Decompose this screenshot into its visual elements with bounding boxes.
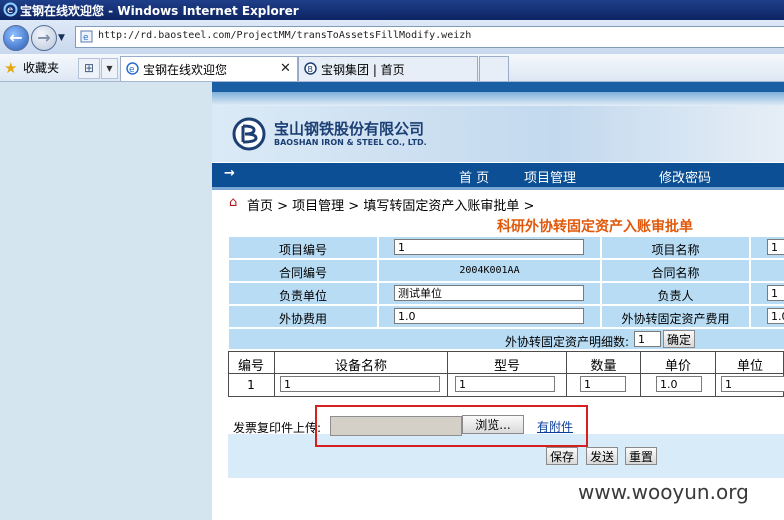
ie-logo-icon: e — [3, 2, 18, 17]
company-name-cn: 宝山钢铁股份有限公司 — [274, 120, 425, 138]
back-button[interactable]: ← — [3, 25, 29, 51]
project-no-label: 项目编号 — [278, 243, 327, 257]
confirm-button[interactable]: 确定 — [663, 330, 695, 348]
svg-text:e: e — [83, 33, 89, 43]
close-tab-icon[interactable]: ✕ — [280, 61, 291, 76]
header-gradient — [212, 92, 784, 106]
contract-no-value: 2004K001AA — [459, 265, 520, 276]
tab-baosteel-home[interactable]: B 宝钢集团 | 首页 — [298, 56, 478, 81]
dept-label: 负责单位 — [278, 289, 327, 303]
project-name-label: 项目名称 — [651, 243, 700, 257]
asset-fee-input[interactable]: 1.0 — [767, 308, 784, 324]
equipment-model-input[interactable]: 1 — [455, 376, 555, 392]
svg-text:e: e — [129, 65, 135, 75]
col-header-unit: 单位 — [736, 359, 763, 374]
col-header-model: 型号 — [493, 359, 520, 374]
svg-text:B: B — [308, 65, 314, 74]
main-menu: → 首 页 项目管理 修改密码 — [212, 163, 784, 187]
address-bar[interactable]: e http://rd.baosteel.com/ProjectMM/trans… — [75, 26, 784, 48]
baosteel-site-icon: B — [304, 62, 317, 75]
page-title: 科研外协转固定资产入账审批单 — [497, 219, 693, 235]
project-no-input[interactable]: 1 — [394, 239, 584, 255]
col-header-qty: 数量 — [590, 359, 617, 374]
equipment-qty-input[interactable]: 1 — [580, 376, 626, 392]
dept-input[interactable]: 测试单位 — [394, 285, 584, 301]
company-name-en: BAOSHAN IRON & STEEL CO., LTD. — [274, 138, 427, 147]
window-title: 宝钢在线欢迎您 - Windows Internet Explorer — [20, 4, 299, 18]
equipment-price-input[interactable]: 1.0 — [656, 376, 702, 392]
tab-welcome[interactable]: e 宝钢在线欢迎您 ✕ — [120, 56, 298, 81]
outsource-fee-label: 外协费用 — [278, 312, 327, 326]
new-tab-button[interactable] — [479, 56, 509, 81]
row-no: 1 — [247, 378, 255, 392]
favorites-star-icon[interactable]: ★ — [4, 59, 17, 77]
watermark: www.wooyun.org — [578, 480, 749, 504]
highlight-box — [315, 405, 588, 447]
tab-label: 宝钢在线欢迎您 — [143, 63, 228, 77]
tab-list-dropdown-icon[interactable]: ▼ — [101, 58, 118, 79]
person-label: 负责人 — [657, 289, 694, 303]
forward-button[interactable]: → — [31, 25, 57, 51]
detail-count-label: 外协转固定资产明细数: — [505, 335, 630, 349]
page-icon: e — [80, 30, 93, 43]
reset-button[interactable]: 重置 — [625, 447, 657, 465]
menu-item-change-password[interactable]: 修改密码 — [659, 167, 711, 186]
send-button[interactable]: 发送 — [586, 447, 618, 465]
back-arrow-icon: ← — [9, 28, 23, 47]
forward-arrow-icon: → — [37, 28, 51, 47]
contract-name-label: 合同名称 — [651, 266, 700, 280]
person-input[interactable]: 1 — [767, 285, 784, 301]
header-strip — [212, 82, 784, 92]
menu-arrow-icon: → — [224, 166, 235, 181]
col-header-price: 单价 — [664, 359, 691, 374]
tab-label: 宝钢集团 | 首页 — [321, 63, 405, 77]
history-dropdown-icon[interactable]: ▼ — [58, 33, 65, 43]
contract-no-label: 合同编号 — [278, 266, 327, 280]
home-icon: ⌂ — [229, 195, 238, 210]
outsource-fee-input[interactable]: 1.0 — [394, 308, 584, 324]
favorites-label[interactable]: 收藏夹 — [23, 59, 59, 76]
project-name-input[interactable]: 1 — [767, 239, 784, 255]
asset-fee-label: 外协转固定资产费用 — [621, 312, 730, 326]
menu-item-project-management[interactable]: 项目管理 — [524, 167, 576, 186]
col-header-no: 编号 — [237, 359, 264, 374]
invoice-upload-label: 发票复印件上传: — [233, 421, 322, 435]
save-button[interactable]: 保存 — [546, 447, 578, 465]
address-url[interactable]: http://rd.baosteel.com/ProjectMM/transTo… — [98, 30, 471, 41]
menu-item-home[interactable]: 首 页 — [459, 167, 489, 186]
quick-tabs-icon[interactable]: ⊞ — [78, 58, 100, 79]
svg-text:e: e — [7, 5, 13, 16]
menu-underline — [212, 187, 784, 190]
detail-count-input[interactable]: 1 — [634, 331, 661, 347]
value-cell — [751, 260, 784, 281]
left-panel — [0, 82, 212, 520]
breadcrumb[interactable]: 首页 > 项目管理 > 填写转固定资产入账审批单 > — [247, 195, 534, 214]
ie-page-icon: e — [126, 62, 139, 75]
window-title-bar: e 宝钢在线欢迎您 - Windows Internet Explorer — [0, 0, 784, 20]
equipment-unit-input[interactable]: 1 — [721, 376, 784, 392]
baosteel-logo-icon — [232, 117, 266, 151]
col-header-name: 设备名称 — [334, 359, 387, 374]
equipment-name-input[interactable]: 1 — [280, 376, 440, 392]
